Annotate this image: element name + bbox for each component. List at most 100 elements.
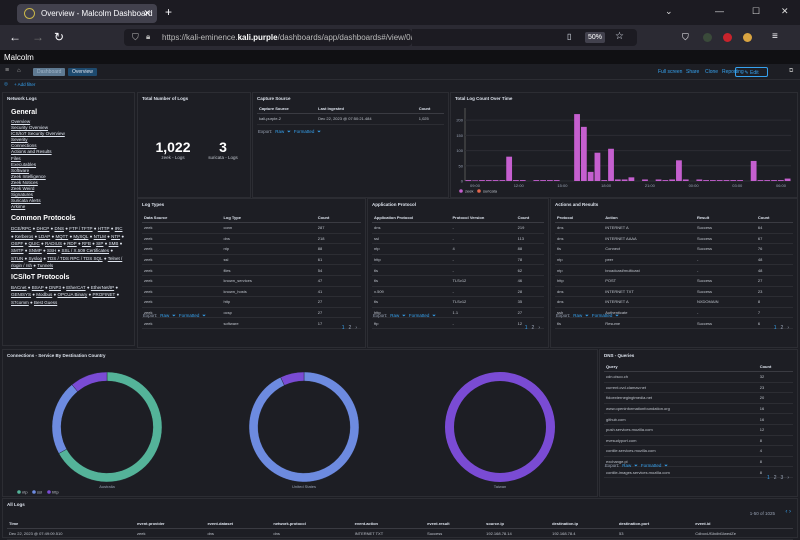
column-header[interactable]: Count xyxy=(315,213,361,223)
add-filter-link[interactable]: + Add filter xyxy=(14,82,35,87)
close-window-button[interactable]: ✕ xyxy=(781,6,789,17)
protocol-link[interactable]: GENISYS xyxy=(11,292,31,297)
column-header[interactable]: source.ip xyxy=(484,519,551,529)
edit-button[interactable]: ✎ Edit xyxy=(735,67,768,77)
protocol-link[interactable]: EtherNet/IP xyxy=(91,285,114,290)
protocol-link[interactable]: NTP xyxy=(111,234,120,239)
menu-toggle-icon[interactable]: ≡ xyxy=(5,67,9,74)
service-by-country-donuts[interactable]: Australia United States Taiwan ntp ssl http xyxy=(3,350,597,496)
export-formatted-link[interactable]: Formatted xyxy=(409,313,430,318)
filter-options-icon[interactable]: ◎ xyxy=(4,81,8,87)
column-header[interactable]: Count xyxy=(757,362,793,372)
table-row[interactable]: dns -219 xyxy=(372,222,544,234)
export-raw-link[interactable]: Raw xyxy=(160,313,169,318)
protocol-link[interactable]: SSL / X.509 Certificates xyxy=(61,248,109,253)
breadcrumb-dashboard[interactable]: Dashboard xyxy=(33,68,66,76)
log-count-histogram[interactable]: 0 50 100 150 200 09:00 12:00 15:00 18:00 21:00 00:… xyxy=(451,93,797,197)
table-row[interactable]: tls TLSv12 35 xyxy=(372,296,544,308)
table-row[interactable]: zeek software 17 xyxy=(142,317,361,329)
column-header[interactable]: Result xyxy=(694,213,756,223)
column-header[interactable]: event.dataset xyxy=(205,519,272,529)
export-formatted-link[interactable]: Formatted xyxy=(641,463,662,468)
protocol-link[interactable]: DHCP xyxy=(36,226,49,231)
table-row[interactable]: Dec 22, 2023 @ 07:49:09.510 zeek dns dns INT… xyxy=(7,528,793,540)
next-page-icon[interactable]: › xyxy=(787,475,789,481)
protocol-link[interactable]: RDP xyxy=(67,241,77,246)
export-formatted-link[interactable]: Formatted xyxy=(592,313,613,318)
lock-icon[interactable]: 🔒︎ xyxy=(146,32,150,42)
table-row[interactable]: zeek ntp 88 xyxy=(142,243,361,255)
protocol-link[interactable]: BACnet xyxy=(11,285,27,290)
column-header[interactable]: Last Ingested xyxy=(316,104,417,114)
page-link[interactable]: 3 xyxy=(781,475,784,481)
table-row[interactable]: zeek http 27 xyxy=(142,296,361,308)
page-link[interactable]: 1 xyxy=(525,325,528,331)
table-row[interactable]: push.services.mozilla.com 12 xyxy=(604,424,793,436)
zoom-level[interactable]: 50% xyxy=(585,32,605,43)
table-row[interactable]: dns INTERNET A Success 64 xyxy=(555,222,793,234)
protocol-link[interactable]: DNS xyxy=(54,226,64,231)
table-row[interactable]: zeek dns 218 xyxy=(142,233,361,245)
malcolm-logo[interactable]: Malcolm xyxy=(4,53,34,62)
page-link[interactable]: 2 xyxy=(781,325,784,331)
extension-icon[interactable] xyxy=(703,33,712,42)
protocol-link[interactable]: Kerberos xyxy=(15,234,33,239)
protocol-link[interactable]: Best Guess xyxy=(34,300,57,305)
download-icon[interactable]: ⏷ xyxy=(402,313,406,318)
page-link[interactable]: 1 xyxy=(342,325,345,331)
column-header[interactable]: event.action xyxy=(352,519,426,529)
table-row[interactable]: tls TLSv12 46 xyxy=(372,275,544,287)
table-row[interactable]: http POST Success 27 xyxy=(555,275,793,287)
page-link[interactable]: 1 xyxy=(767,475,770,481)
download-icon[interactable]: ⏷ xyxy=(202,313,206,318)
clone-link[interactable]: Clone xyxy=(705,69,718,75)
protocol-link[interactable]: Syslog xyxy=(28,256,42,261)
table-row[interactable]: dns INTERNET AAAA Success 67 xyxy=(555,233,793,245)
table-row[interactable]: ftp - 12 xyxy=(372,317,544,329)
protocol-link[interactable]: OSPF xyxy=(11,241,23,246)
protocol-link[interactable]: SSH xyxy=(47,248,56,253)
close-tab-icon[interactable]: ✕ xyxy=(143,8,151,19)
table-row[interactable]: github.com 16 xyxy=(604,413,793,425)
table-row[interactable]: fidoexternegingtmedia.net 20 xyxy=(604,392,793,404)
column-header[interactable]: Protocol Version xyxy=(450,213,516,223)
protocol-link[interactable]: FTP / TFTP xyxy=(69,226,92,231)
protocol-link[interactable]: QUIC xyxy=(28,241,39,246)
table-row[interactable]: ssl -113 xyxy=(372,233,544,245)
page-nav-arrows[interactable]: ‹ › xyxy=(785,509,791,515)
download-icon[interactable]: ⏷ xyxy=(634,463,638,468)
download-icon[interactable]: ⏷ xyxy=(287,129,291,134)
profile-icon[interactable] xyxy=(743,33,752,42)
protocol-link[interactable]: DCE/RPC xyxy=(11,226,31,231)
next-page-icon[interactable]: › xyxy=(787,325,789,331)
table-row[interactable]: current.cvd.clamav.net 23 xyxy=(604,382,793,394)
protocol-link[interactable]: EtherCAT xyxy=(66,285,85,290)
maximize-button[interactable]: ☐ xyxy=(752,6,760,17)
table-row[interactable]: ntp broadcast/multicast -48 xyxy=(555,264,793,276)
column-header[interactable]: destination.ip xyxy=(550,519,617,529)
column-header[interactable]: Application Protocol xyxy=(372,213,451,223)
protocol-link[interactable]: SMB xyxy=(109,241,119,246)
table-row[interactable]: zeek conn 287 xyxy=(142,222,361,234)
table-row[interactable]: tls Connect Success 76 xyxy=(555,243,793,255)
page-link[interactable]: 2 xyxy=(532,325,535,331)
page-link[interactable]: 1 xyxy=(774,325,777,331)
new-tab-button[interactable]: + xyxy=(165,5,172,19)
download-icon[interactable]: ⏷ xyxy=(585,313,589,318)
pocket-icon[interactable]: ⛉ xyxy=(682,32,689,43)
share-link[interactable]: Share xyxy=(686,69,699,75)
full-screen-link[interactable]: Full screen xyxy=(658,69,682,75)
protocol-link[interactable]: S7comm xyxy=(11,300,29,305)
back-icon[interactable]: ← xyxy=(9,30,21,44)
protocol-link[interactable]: SMTP xyxy=(11,248,24,253)
page-link[interactable]: 2 xyxy=(349,325,352,331)
table-row[interactable]: zeek known_hosts 41 xyxy=(142,286,361,298)
forward-icon[interactable]: → xyxy=(32,30,44,44)
protocol-link[interactable]: BSAP xyxy=(32,285,44,290)
table-row[interactable]: ntp peer -48 xyxy=(555,254,793,266)
protocol-link[interactable]: OPCUA Binary xyxy=(57,292,87,297)
protocol-link[interactable]: HTTP xyxy=(98,226,110,231)
download-icon[interactable]: ⏷ xyxy=(664,463,668,468)
column-header[interactable]: destination.port xyxy=(616,519,694,529)
download-icon[interactable]: ⏷ xyxy=(172,313,176,318)
